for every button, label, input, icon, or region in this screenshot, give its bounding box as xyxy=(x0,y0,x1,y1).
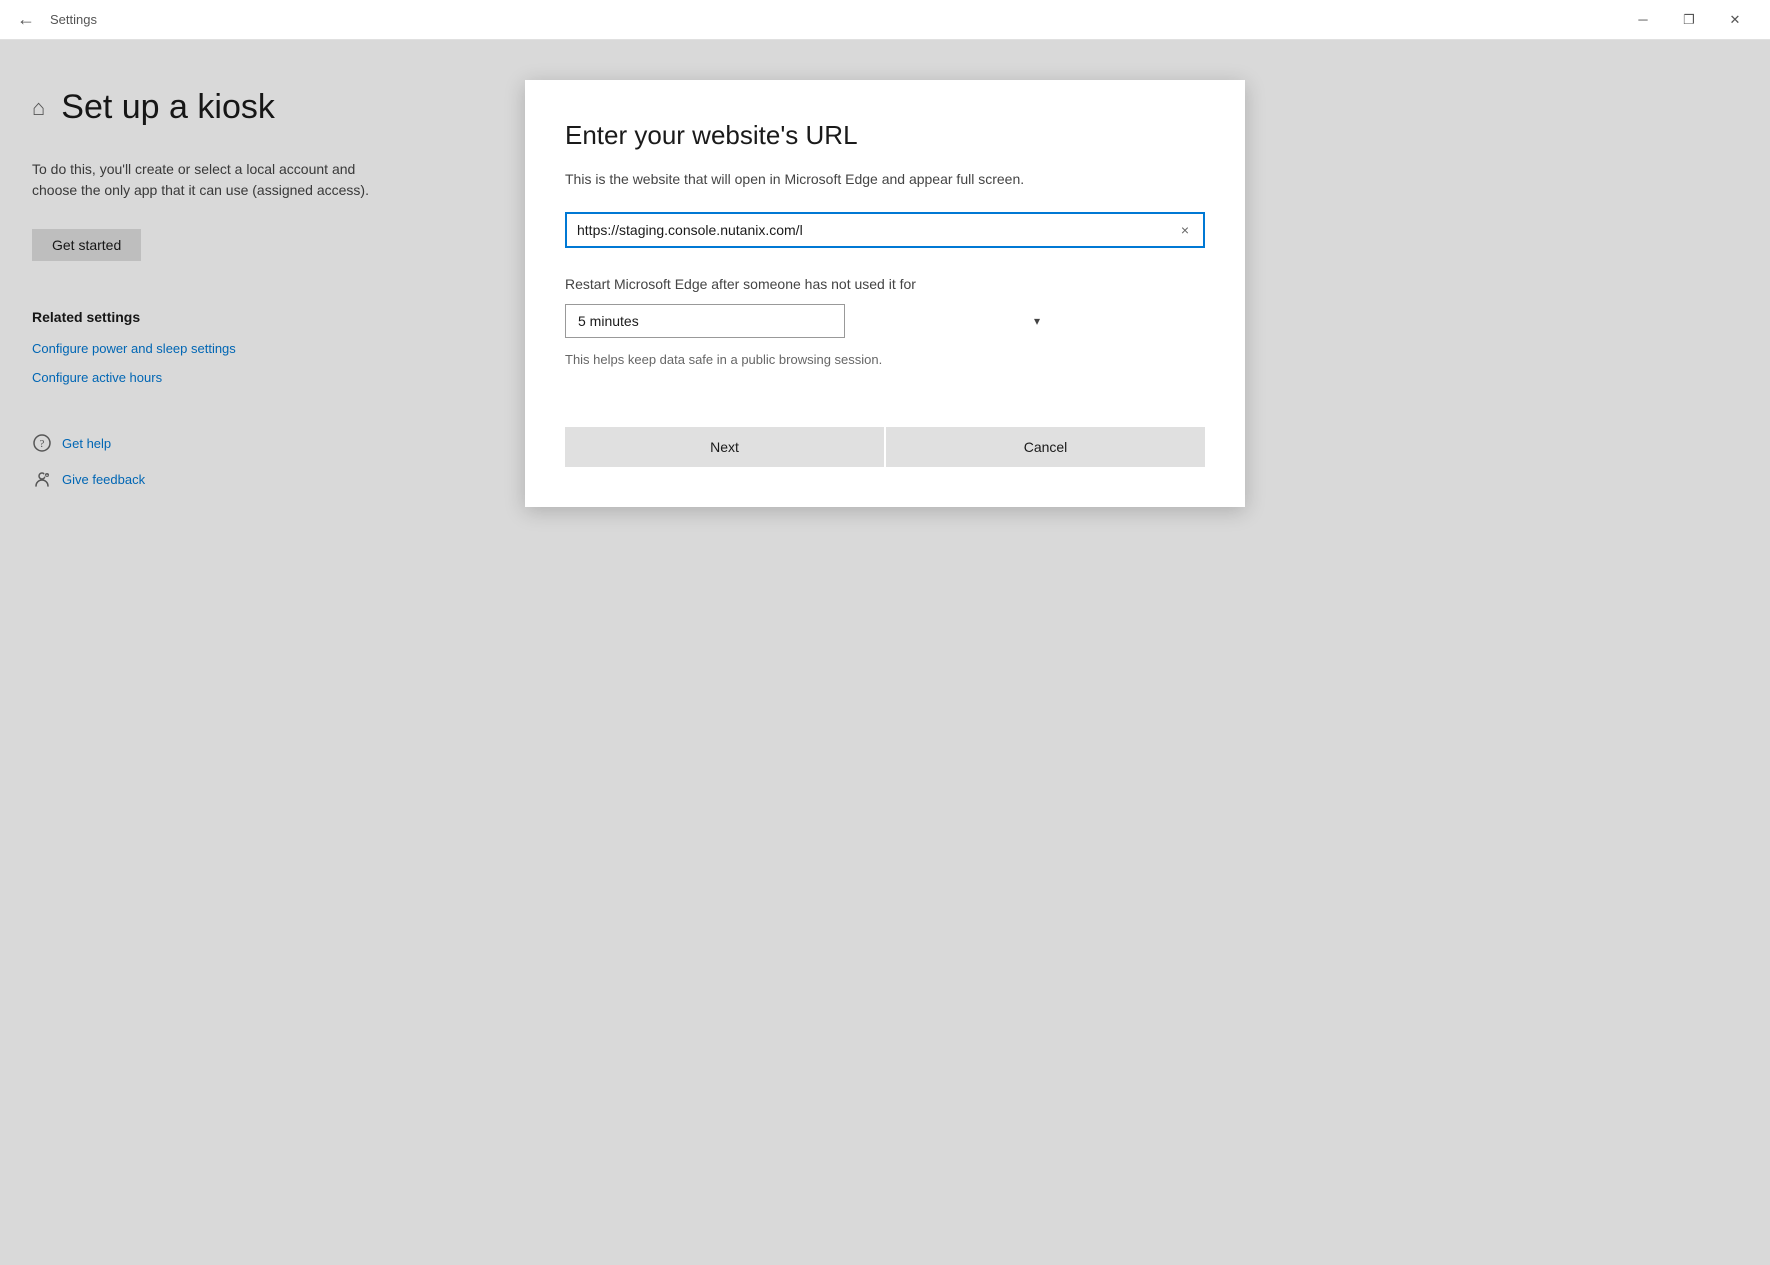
close-button[interactable]: ✕ xyxy=(1712,0,1758,40)
content-area: ⌂ Set up a kiosk To do this, you'll crea… xyxy=(0,40,1770,1265)
restore-button[interactable]: ❐ xyxy=(1666,0,1712,40)
dialog-overlay: Enter your website's URL This is the web… xyxy=(0,40,1770,1265)
url-input[interactable] xyxy=(577,222,1177,238)
url-clear-button[interactable]: × xyxy=(1177,220,1193,240)
restart-time-dropdown[interactable]: 5 minutes 10 minutes 15 minutes 30 minut… xyxy=(565,304,845,338)
dialog-footer: Next Cancel xyxy=(565,427,1205,467)
dialog: Enter your website's URL This is the web… xyxy=(525,80,1245,507)
cancel-button[interactable]: Cancel xyxy=(886,427,1205,467)
browse-help-text: This helps keep data safe in a public br… xyxy=(565,352,1205,367)
dialog-subtitle: This is the website that will open in Mi… xyxy=(565,169,1205,190)
back-button[interactable]: ← xyxy=(12,6,40,34)
window-controls: ─ ❐ ✕ xyxy=(1620,0,1758,40)
titlebar-title: Settings xyxy=(50,12,97,27)
url-input-wrapper: × xyxy=(565,212,1205,248)
minimize-button[interactable]: ─ xyxy=(1620,0,1666,40)
dialog-title: Enter your website's URL xyxy=(565,120,1205,151)
restart-label: Restart Microsoft Edge after someone has… xyxy=(565,276,1205,292)
titlebar: ← Settings ─ ❐ ✕ xyxy=(0,0,1770,40)
dropdown-wrapper: 5 minutes 10 minutes 15 minutes 30 minut… xyxy=(565,304,1205,338)
next-button[interactable]: Next xyxy=(565,427,884,467)
chevron-down-icon: ▾ xyxy=(1034,314,1040,328)
